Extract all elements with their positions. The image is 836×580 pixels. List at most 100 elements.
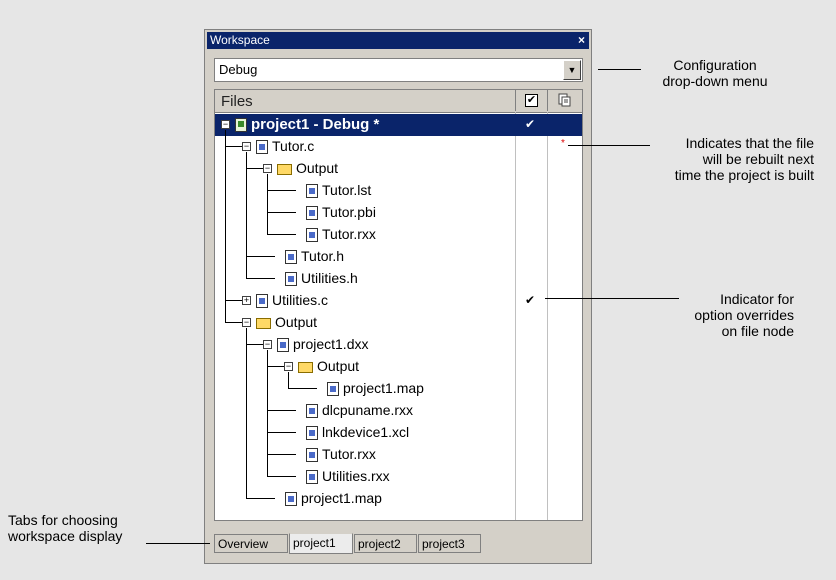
tree-connector <box>267 234 296 235</box>
tree-guide-line <box>225 130 226 323</box>
tree-row[interactable]: project1.map <box>215 488 582 510</box>
tree-connector <box>246 278 275 279</box>
config-annotation-line: drop-down menu <box>662 73 768 89</box>
chevron-down-icon[interactable]: ▼ <box>563 60 581 80</box>
tree-connector <box>288 388 317 389</box>
configuration-dropdown[interactable]: Debug ▼ <box>214 58 583 82</box>
configuration-value: Debug <box>219 62 258 77</box>
checkbox-icon: ✔ <box>525 94 538 107</box>
file-icon <box>306 470 318 484</box>
tree-connector <box>267 366 284 367</box>
rebuild-annotation-line: will be rebuilt next <box>702 151 814 167</box>
collapse-icon[interactable]: − <box>284 362 293 371</box>
tree-row-label: project1 - Debug * <box>251 116 380 133</box>
tree-row[interactable]: + Utilities.c ✔ <box>215 290 582 312</box>
file-icon <box>277 338 289 352</box>
tree-row[interactable]: Tutor.pbi <box>215 202 582 224</box>
file-icon <box>306 404 318 418</box>
window-title-bar[interactable]: Workspace × <box>207 32 589 49</box>
tree-row[interactable]: − project1.dxx <box>215 334 582 356</box>
tree-connector <box>225 146 242 147</box>
tree-row[interactable]: Utilities.rxx <box>215 466 582 488</box>
tree-connector <box>267 432 296 433</box>
tree-row-label: Tutor.h <box>301 248 345 264</box>
tab-project3[interactable]: project3 <box>418 534 481 553</box>
tree-row[interactable]: Tutor.rxx <box>215 224 582 246</box>
collapse-icon[interactable]: − <box>242 318 251 327</box>
tab-project2[interactable]: project2 <box>354 534 417 553</box>
override-annotation-line: option overrides <box>694 307 794 323</box>
rebuild-annotation-line: Indicates that the file <box>685 135 814 151</box>
tree-row-label: Utilities.rxx <box>322 468 390 484</box>
tabs-annotation: Tabs for choosing workspace display <box>8 512 158 544</box>
tree-row-label: project1.dxx <box>293 336 369 352</box>
project-icon <box>235 118 247 132</box>
collapse-icon[interactable]: − <box>242 142 251 151</box>
tree-row[interactable]: Tutor.h <box>215 246 582 268</box>
file-icon <box>285 272 297 286</box>
tabs-pointer-line <box>146 543 210 544</box>
tree-row[interactable]: − project1 - Debug * ✔ <box>215 114 582 136</box>
file-icon <box>256 140 268 154</box>
tree-row-label: project1.map <box>343 380 424 396</box>
file-icon <box>306 228 318 242</box>
tree-connector <box>225 322 242 323</box>
tree-row-label: Tutor.c <box>272 138 315 154</box>
tree-connector <box>267 476 296 477</box>
folder-icon <box>256 318 271 329</box>
tree-row-label: Tutor.rxx <box>322 226 376 242</box>
folder-icon <box>277 164 292 175</box>
tree-row[interactable]: − Tutor.c * <box>215 136 582 158</box>
tab-project1[interactable]: project1 <box>289 533 353 554</box>
tree-connector <box>246 256 275 257</box>
tree-connector <box>267 212 296 213</box>
tree-row[interactable]: − Output <box>215 312 582 334</box>
tree-row[interactable]: project1.map <box>215 378 582 400</box>
tree-connector <box>246 498 275 499</box>
rebuild-marker: * <box>561 138 565 149</box>
tree-connector <box>267 454 296 455</box>
tree-guide-line <box>246 328 247 499</box>
collapse-icon[interactable]: − <box>263 340 272 349</box>
file-tree: Files ✔ − project1 - Debug * ✔ − Tutor.c * − Ou… <box>214 89 583 521</box>
tree-row[interactable]: Utilities.h <box>215 268 582 290</box>
figure-background: Workspace × Debug ▼ Files ✔ − project1 -… <box>0 0 836 580</box>
config-annotation-line: Configuration <box>673 57 757 73</box>
tree-row[interactable]: Tutor.lst <box>215 180 582 202</box>
tabs-annotation-line: workspace display <box>8 528 123 544</box>
build-check-column-header[interactable]: ✔ <box>515 90 548 111</box>
tree-row-label: Output <box>317 358 360 374</box>
tree-connector <box>246 168 263 169</box>
tree-row[interactable]: lnkdevice1.xcl <box>215 422 582 444</box>
collapse-icon[interactable]: − <box>263 164 272 173</box>
tree-row[interactable]: Tutor.rxx <box>215 444 582 466</box>
tree-connector <box>267 410 296 411</box>
file-icon <box>256 294 268 308</box>
close-icon[interactable]: × <box>578 32 585 49</box>
tree-row-label: Tutor.pbi <box>322 204 376 220</box>
workspace-window: Workspace × Debug ▼ Files ✔ − project1 -… <box>204 29 592 564</box>
tree-row-label: lnkdevice1.xcl <box>322 424 410 440</box>
tab-overview[interactable]: Overview <box>214 534 288 553</box>
tree-guide-line <box>246 152 247 279</box>
tree-row[interactable]: dlcpuname.rxx <box>215 400 582 422</box>
file-icon <box>306 206 318 220</box>
expand-icon[interactable]: + <box>242 296 251 305</box>
rebuild-annotation: Indicates that the file will be rebuilt … <box>620 135 814 183</box>
option-override-check-icon: ✔ <box>525 117 536 131</box>
option-override-check-icon: ✔ <box>525 293 536 307</box>
options-column-header[interactable] <box>547 90 582 111</box>
window-title: Workspace <box>210 33 270 47</box>
tree-row-label: Utilities.c <box>272 292 329 308</box>
file-icon <box>285 250 297 264</box>
tree-row-label: Output <box>296 160 339 176</box>
files-column-header[interactable]: Files <box>221 93 253 110</box>
tree-row[interactable]: − Output <box>215 158 582 180</box>
tree-row[interactable]: − Output <box>215 356 582 378</box>
rebuild-annotation-line: time the project is built <box>674 167 814 183</box>
tree-connector <box>246 344 263 345</box>
collapse-icon[interactable]: − <box>221 120 230 129</box>
file-icon <box>306 448 318 462</box>
override-annotation-line: Indicator for <box>720 291 794 307</box>
tree-header: Files ✔ <box>215 90 582 113</box>
